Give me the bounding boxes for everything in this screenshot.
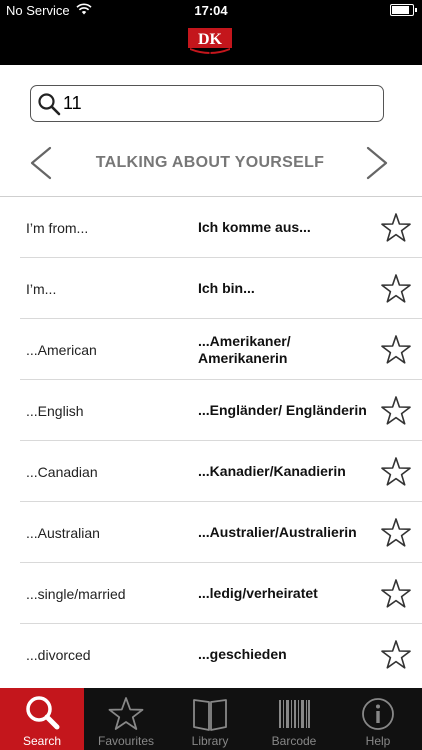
dk-logo: DK — [188, 28, 232, 56]
phrase-german: ...Australier/Australierin — [198, 524, 357, 540]
svg-text:DK: DK — [198, 31, 223, 48]
info-icon — [362, 698, 394, 730]
phrase-english: ...English — [26, 402, 84, 419]
phrase-english: ...single/married — [26, 585, 126, 602]
phrase-german: ...Engländer/ Engländerin — [198, 402, 367, 418]
star-icon[interactable] — [380, 639, 412, 671]
phrase-english: ...American — [26, 341, 97, 358]
phrase-row[interactable]: I’m... Ich bin... — [0, 258, 422, 319]
phrase-german: ...geschieden — [198, 646, 287, 662]
tab-label: Barcode — [271, 734, 317, 748]
battery-icon — [390, 4, 417, 16]
search-icon — [26, 696, 60, 730]
search-icon — [38, 93, 61, 116]
phrase-row[interactable]: I’m from... Ich komme aus... — [0, 197, 422, 258]
book-icon — [193, 699, 227, 731]
star-icon[interactable] — [380, 578, 412, 610]
star-icon[interactable] — [380, 212, 412, 244]
tab-label: Favourites — [97, 734, 155, 748]
phrase-row[interactable]: ...single/married ...ledig/verheiratet — [0, 563, 422, 624]
tab-bar: Search Favourites Library Barcode Help — [0, 688, 422, 750]
phrase-row[interactable]: ...American ...Amerikaner/ Amerikanerin — [0, 319, 422, 380]
phrase-english: I’m from... — [26, 219, 89, 236]
tab-help[interactable]: Help — [336, 688, 420, 750]
tab-label: Library — [191, 734, 229, 748]
tab-library[interactable]: Library — [168, 688, 252, 750]
phrase-english: ...Australian — [26, 524, 100, 541]
phrase-german: Ich komme aus... — [198, 219, 311, 235]
star-icon[interactable] — [380, 517, 412, 549]
phrase-german: Ich bin... — [198, 280, 255, 296]
star-icon[interactable] — [380, 334, 412, 366]
tab-favourites[interactable]: Favourites — [84, 688, 168, 750]
phrase-english: ...divorced — [26, 646, 91, 663]
star-icon[interactable] — [380, 395, 412, 427]
chevron-left-icon[interactable] — [28, 146, 54, 180]
phrase-english: ...Canadian — [26, 463, 98, 480]
phrase-german: ...ledig/verheiratet — [198, 585, 318, 601]
status-bar: No Service 17:04 — [0, 0, 422, 22]
tab-label: Help — [365, 734, 391, 748]
barcode-icon — [279, 700, 310, 728]
chapter-title: TALKING ABOUT YOURSELF — [95, 154, 325, 171]
brand-header: DK — [0, 22, 422, 65]
status-time: 17:04 — [194, 3, 228, 18]
chapter-navigator: TALKING ABOUT YOURSELF — [0, 142, 422, 184]
phrase-german: ...Amerikaner/ Amerikanerin — [198, 332, 291, 366]
phrase-row[interactable]: ...Canadian ...Kanadier/Kanadierin — [0, 441, 422, 502]
star-icon[interactable] — [380, 273, 412, 305]
phrase-english: I’m... — [26, 280, 57, 297]
tab-barcode[interactable]: Barcode — [252, 688, 336, 750]
chevron-right-icon[interactable] — [364, 146, 390, 180]
phrase-row[interactable]: ...divorced ...geschieden — [0, 624, 422, 685]
tab-label: Search — [22, 734, 62, 748]
star-icon[interactable] — [380, 456, 412, 488]
phrase-german: ...Kanadier/Kanadierin — [198, 463, 346, 479]
star-icon — [108, 697, 144, 730]
tab-search[interactable]: Search — [0, 688, 84, 750]
phrase-row[interactable]: ...English ...Engländer/ Engländerin — [0, 380, 422, 441]
phrase-row[interactable]: ...Australian ...Australier/Australierin — [0, 502, 422, 563]
search-field[interactable] — [30, 85, 384, 122]
search-input[interactable] — [63, 90, 373, 116]
